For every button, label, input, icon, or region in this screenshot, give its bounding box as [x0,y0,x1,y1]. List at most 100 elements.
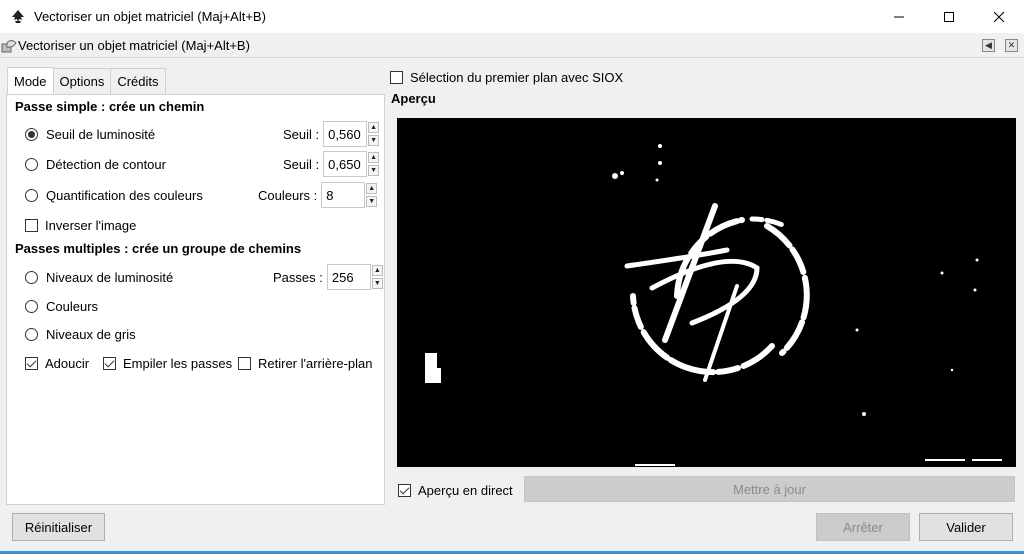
radio-button[interactable] [25,127,38,141]
spinner-label: Passes : [273,269,323,285]
checkbox-label: Retirer l'arrière-plan [258,355,373,371]
window-titlebar: Vectoriser un objet matriciel (Maj+Alt+B… [0,0,1024,33]
dock-iconify-button[interactable]: ◀ [982,39,995,52]
traced-logo-preview [425,144,1002,466]
checkbox-invert-image[interactable]: Inverser l'image [25,215,136,235]
noise-text [972,459,1002,461]
checkbox-label: Empiler les passes [123,355,233,371]
minimize-icon [894,16,904,17]
radio-label: Niveaux de gris [46,326,136,342]
spin-down-button[interactable]: ▼ [371,278,383,289]
tab-mode-label: Mode [14,73,47,89]
dock-titlebar: Vectoriser un objet matriciel (Maj+Alt+B… [0,34,1024,58]
threshold-input[interactable]: 0,560 [323,121,368,147]
mode-panel: Passe simple : crée un chemin Seuil de l… [6,94,385,505]
radio-label: Niveaux de luminosité [46,269,174,285]
radio-label: Seuil de luminosité [46,126,156,142]
reset-button[interactable]: Réinitialiser [12,513,105,541]
tab-credits[interactable]: Crédits [110,68,166,94]
checkbox-label: Inverser l'image [45,217,137,233]
scans-spinner[interactable]: Passes : 256 ▲ ▼ [273,264,383,290]
spinner-label: Seuil : [283,156,320,172]
stop-button[interactable]: Arrêter [816,513,910,541]
noise-text [635,464,675,466]
checkbox-label: Adoucir [45,355,90,371]
checkbox-label: Aperçu en direct [418,482,513,498]
close-icon: ✕ [1007,40,1016,50]
noise-speck [658,144,662,148]
radio-brightness-steps[interactable]: Niveaux de luminosité [25,267,173,287]
close-button[interactable] [974,0,1024,33]
radio-button[interactable] [25,327,38,341]
radio-colors[interactable]: Couleurs [25,296,98,316]
scans-input[interactable]: 256 [326,264,371,290]
noise-cluster [431,368,441,383]
radio-button[interactable] [25,299,38,313]
noise-speck [612,173,618,179]
inkscape-icon [12,9,24,23]
radio-brightness-cutoff[interactable]: Seuil de luminosité [25,124,155,144]
colors-spinner[interactable]: Couleurs : 8 ▲ ▼ [258,182,378,208]
logo-circle-arc-right [764,223,810,356]
checkbox-smooth[interactable]: Adoucir [25,353,89,373]
threshold-input[interactable]: 0,650 [323,151,368,177]
noise-speck [862,412,866,416]
spin-up-button[interactable]: ▲ [368,152,380,163]
noise-speck [940,271,944,275]
multi-pass-title: Passes multiples : crée un groupe de che… [15,241,302,256]
tab-options[interactable]: Options [52,68,112,94]
noise-speck [973,288,977,292]
noise-speck [658,161,662,165]
noise-speck [655,178,659,182]
close-icon [993,11,1005,22]
spinner-label: Couleurs : [258,187,318,203]
radio-button[interactable] [25,270,38,284]
spinner-label: Seuil : [283,126,320,142]
checkbox[interactable] [25,218,38,232]
single-pass-title: Passe simple : crée un chemin [15,99,205,114]
logo-stroke-diag [703,284,739,382]
spin-down-button[interactable]: ▼ [368,165,380,176]
tab-options-label: Options [59,74,105,89]
edge-threshold-spinner[interactable]: Seuil : 0,650 ▲ ▼ [283,151,380,177]
minimize-button[interactable] [874,0,924,33]
trace-bitmap-icon [1,39,17,52]
checkbox-siox[interactable]: Sélection du premier plan avec SIOX [390,67,623,87]
colors-input[interactable]: 8 [321,182,366,208]
tab-mode[interactable]: Mode [7,67,54,94]
checkbox[interactable] [103,356,116,370]
spin-up-button[interactable]: ▲ [368,122,380,133]
noise-text [925,459,965,461]
preview-title: Aperçu [391,91,436,106]
checkbox[interactable] [238,356,251,370]
radio-label: Détection de contour [46,156,166,172]
logo-stroke-p [649,258,760,326]
arrow-left-icon: ◀ [985,40,992,50]
ok-button[interactable]: Valider [919,513,1013,541]
tab-credits-label: Crédits [117,74,159,89]
checkbox-label: Sélection du premier plan avec SIOX [410,69,624,85]
checkbox-stack-scans[interactable]: Empiler les passes [103,353,232,373]
checkbox[interactable] [390,70,403,84]
noise-speck [855,328,859,332]
checkbox[interactable] [25,356,38,370]
preview-image [397,118,1016,467]
spin-up-button[interactable]: ▲ [366,183,378,194]
radio-grays[interactable]: Niveaux de gris [25,324,136,344]
checkbox[interactable] [398,483,411,497]
update-button[interactable]: Mettre à jour [524,476,1015,502]
radio-button[interactable] [25,188,38,202]
checkbox-remove-background[interactable]: Retirer l'arrière-plan [238,353,372,373]
spin-down-button[interactable]: ▼ [368,135,380,146]
maximize-button[interactable] [924,0,974,33]
dock-title: Vectoriser un objet matriciel (Maj+Alt+B… [18,38,250,53]
checkbox-live-preview[interactable]: Aperçu en direct [398,480,513,500]
radio-edge-detection[interactable]: Détection de contour [25,154,166,174]
dock-close-button[interactable]: ✕ [1005,39,1018,52]
radio-button[interactable] [25,157,38,171]
spin-up-button[interactable]: ▲ [371,265,383,276]
brightness-threshold-spinner[interactable]: Seuil : 0,560 ▲ ▼ [283,121,380,147]
radio-color-quantization[interactable]: Quantification des couleurs [25,185,203,205]
spin-down-button[interactable]: ▼ [366,196,378,207]
radio-label: Couleurs [46,298,99,314]
